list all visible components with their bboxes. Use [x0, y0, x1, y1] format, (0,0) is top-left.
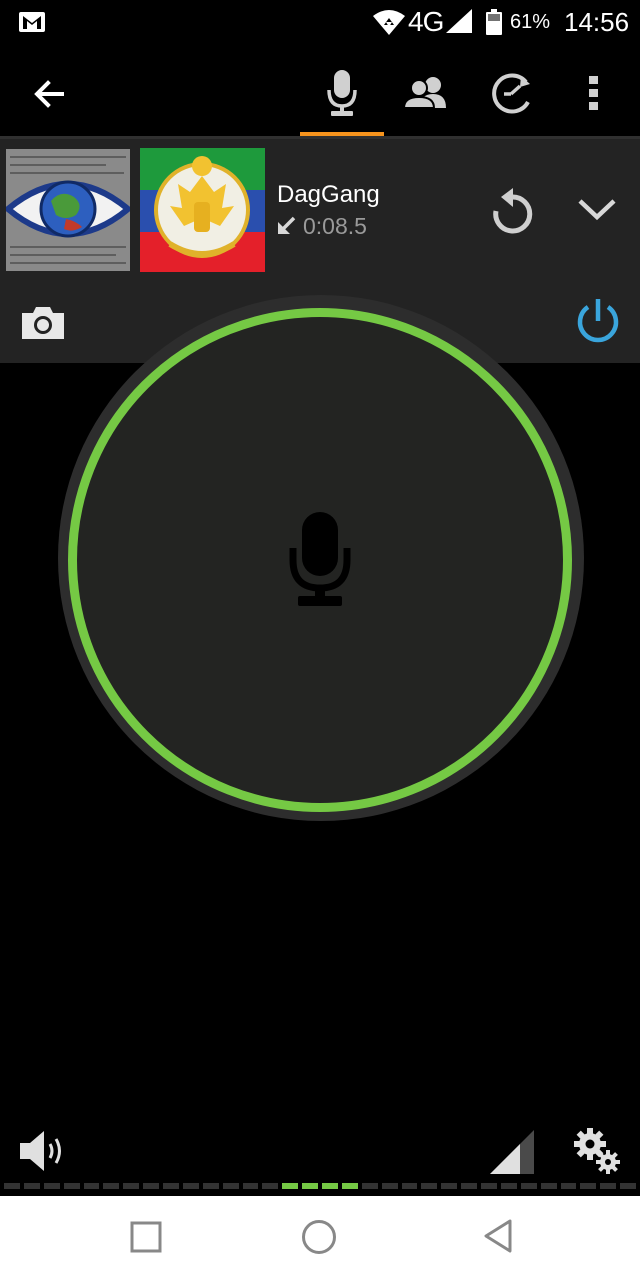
level-meter-segment: [222, 1183, 239, 1189]
toolbar: [0, 44, 640, 138]
level-meter-segment: [481, 1183, 497, 1189]
level-meter-segment: [242, 1183, 259, 1189]
contact-name: DagGang: [277, 181, 380, 208]
level-meter-segment: [580, 1183, 597, 1189]
tab-talk[interactable]: [300, 44, 384, 140]
microphone-icon: [327, 70, 357, 116]
level-meter-segment: [103, 1183, 120, 1189]
channel-avatar-image[interactable]: [6, 149, 130, 271]
level-meter-segment: [282, 1183, 299, 1189]
level-meter-segment: [421, 1183, 438, 1189]
recents-square-icon[interactable]: [130, 1221, 162, 1253]
level-meter-segment: [143, 1183, 159, 1189]
power-icon[interactable]: [574, 297, 622, 345]
level-meter-segment: [23, 1183, 40, 1189]
tab-contacts[interactable]: [398, 44, 458, 138]
chevron-down-icon[interactable]: [576, 193, 618, 225]
level-meter-segment: [381, 1183, 398, 1189]
level-meter-segment: [341, 1183, 358, 1189]
network-type-label: 4G: [408, 6, 444, 37]
level-meter-segment: [322, 1183, 338, 1189]
wifi-icon: [373, 10, 405, 35]
system-nav-bar: [0, 1196, 640, 1280]
gmail-notification-icon: [19, 12, 45, 32]
level-meter-segment: [302, 1183, 318, 1189]
history-icon: [492, 73, 530, 114]
level-meter-segment: [43, 1183, 60, 1189]
clock: 14:56: [564, 7, 630, 37]
level-meter-segment: [4, 1183, 20, 1189]
battery-percent: 61%: [510, 11, 551, 33]
overflow-menu-button[interactable]: [580, 44, 610, 138]
level-meter-segment: [461, 1183, 477, 1189]
contact-emblem-image[interactable]: [140, 148, 265, 272]
level-meter-segment: [620, 1183, 636, 1189]
message-duration: 0:08.5: [303, 213, 367, 239]
level-meter-segment: [560, 1183, 577, 1189]
more-vert-icon: [589, 76, 598, 110]
speaker-icon[interactable]: [18, 1128, 68, 1174]
level-meter-segment: [182, 1183, 199, 1189]
microphone-icon: [289, 512, 351, 606]
level-meter-segment: [500, 1183, 517, 1189]
level-meter-segment: [262, 1183, 279, 1189]
tab-history[interactable]: [482, 44, 542, 138]
level-meter-segment: [163, 1183, 179, 1189]
level-meter-segment: [361, 1183, 378, 1189]
audio-level-meter: [4, 1183, 636, 1191]
level-meter-segment: [63, 1183, 80, 1189]
back-triangle-icon[interactable]: [482, 1218, 514, 1254]
level-meter-segment: [123, 1183, 140, 1189]
people-icon: [404, 77, 446, 108]
level-meter-segment: [202, 1183, 219, 1189]
replay-icon[interactable]: [488, 187, 536, 239]
level-meter-segment: [540, 1183, 557, 1189]
incoming-arrow-icon: [278, 216, 296, 234]
signal-strength-icon: [490, 1130, 534, 1174]
camera-icon[interactable]: [20, 303, 66, 341]
status-bar: 4G 61% 14:56: [0, 0, 640, 44]
level-meter-segment: [401, 1183, 418, 1189]
battery-icon: [486, 9, 502, 35]
home-circle-icon[interactable]: [301, 1219, 337, 1255]
level-meter-segment: [600, 1183, 617, 1189]
level-meter-segment: [441, 1183, 458, 1189]
cell-signal-icon: [446, 9, 472, 33]
level-meter-segment: [83, 1183, 100, 1189]
level-meter-segment: [520, 1183, 537, 1189]
back-arrow-icon[interactable]: [26, 74, 74, 114]
settings-gears-icon[interactable]: [572, 1126, 622, 1176]
